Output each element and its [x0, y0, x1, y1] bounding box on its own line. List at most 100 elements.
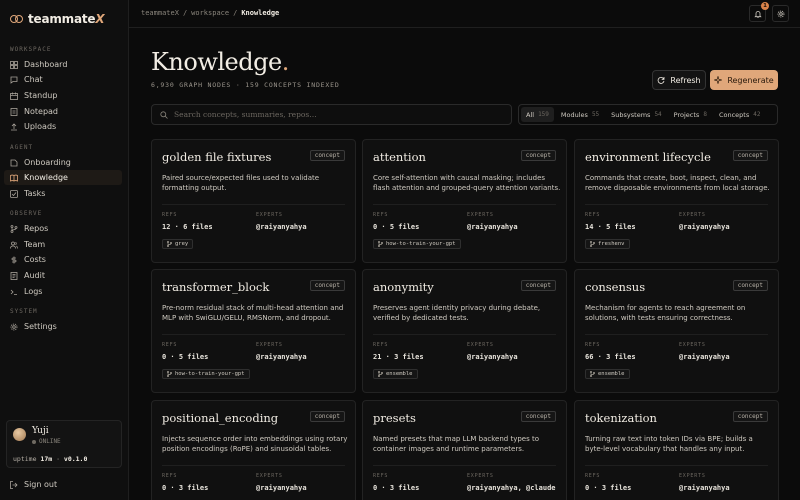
- concept-card[interactable]: environment lifecycle concept Commands tha…: [574, 139, 779, 263]
- card-description: Preserves agent identity privacy during …: [373, 304, 541, 322]
- sidebar-item-tasks[interactable]: Tasks: [4, 186, 122, 201]
- sidebar-item-onboarding[interactable]: Onboarding: [4, 155, 122, 170]
- repo-chip[interactable]: how-to-train-your-gpt: [162, 369, 250, 379]
- search-box[interactable]: [151, 104, 512, 125]
- experts-value[interactable]: @raiyanyahya: [256, 353, 307, 361]
- breadcrumb-separator: /: [182, 9, 188, 17]
- card-type-badge: concept: [309, 280, 345, 291]
- sidebar-item-uploads[interactable]: Uploads: [4, 119, 122, 134]
- brand[interactable]: teammateX: [10, 12, 105, 26]
- sparkle-icon: [714, 76, 723, 84]
- logo-icon: [10, 14, 23, 25]
- experts-value[interactable]: @raiyanyahya, @claude: [467, 484, 556, 492]
- experts-label: EXPERTS: [256, 342, 283, 348]
- refs-value: 0 · 3 files: [162, 484, 209, 492]
- card-type-badge: concept: [309, 411, 345, 422]
- regenerate-button[interactable]: Regenerate: [710, 70, 778, 90]
- sidebar-item-audit[interactable]: Audit: [4, 268, 122, 283]
- refs-label: REFS: [585, 473, 601, 479]
- concept-card[interactable]: consensus concept Mechanism for agents to …: [574, 269, 779, 393]
- sidebar-item-label: Settings: [24, 322, 57, 331]
- status-dot-icon: [32, 439, 36, 444]
- refresh-button[interactable]: Refresh: [652, 70, 706, 90]
- signout-button[interactable]: Sign out: [10, 480, 57, 489]
- sidebar: teammateX WORKSPACE Dashboard Chat Stand…: [0, 0, 129, 500]
- settings-button[interactable]: [772, 5, 789, 22]
- branch-icon: [10, 224, 18, 233]
- refs-label: REFS: [162, 342, 178, 348]
- terminal-icon: [10, 288, 18, 296]
- experts-value[interactable]: @raiyanyahya: [467, 223, 518, 231]
- card-description: Named presets that map LLM backend types…: [373, 435, 539, 453]
- sidebar-item-label: Logs: [24, 287, 43, 296]
- experts-value[interactable]: @raiyanyahya: [256, 223, 307, 231]
- experts-value[interactable]: @raiyanyahya: [679, 484, 730, 492]
- sidebar-item-team[interactable]: Team: [4, 237, 122, 252]
- repo-chip[interactable]: how-to-train-your-gpt: [373, 239, 461, 249]
- sidebar-item-standup[interactable]: Standup: [4, 88, 122, 103]
- notifications-button[interactable]: 1: [749, 2, 769, 22]
- card-description: Injects sequence order into embeddings u…: [162, 435, 348, 453]
- concept-card[interactable]: attention concept Core self-attention with…: [362, 139, 567, 263]
- concept-card[interactable]: golden file fixtures concept Paired source…: [151, 139, 356, 263]
- experts-label: EXPERTS: [679, 473, 706, 479]
- repo-name: freshenv: [598, 241, 625, 247]
- branch-icon: [590, 371, 595, 377]
- sidebar-item-repos[interactable]: Repos: [4, 221, 122, 236]
- concept-card[interactable]: anonymity concept Preserves agent identity…: [362, 269, 567, 393]
- sidebar-item-label: Audit: [24, 271, 45, 280]
- repo-chip[interactable]: grey: [162, 239, 194, 249]
- user-card[interactable]: Yuji ONLINE uptime 17m · v0.1.0: [6, 420, 122, 468]
- repo-name: ensemble: [598, 371, 625, 377]
- signout-label: Sign out: [24, 480, 58, 489]
- concept-card[interactable]: positional_encoding concept Injects sequen…: [151, 400, 356, 500]
- experts-value[interactable]: @raiyanyahya: [467, 353, 518, 361]
- sidebar-item-settings[interactable]: Settings: [4, 319, 122, 334]
- sidebar-item-dashboard[interactable]: Dashboard: [4, 57, 122, 72]
- refresh-icon: [658, 77, 665, 84]
- filter-modules[interactable]: Modules 55: [556, 107, 604, 122]
- refs-label: REFS: [373, 342, 389, 348]
- filter-subsystems[interactable]: Subsystems 54: [606, 107, 667, 122]
- refs-value: 0 · 5 files: [162, 353, 209, 361]
- sidebar-item-logs[interactable]: Logs: [4, 284, 122, 299]
- sidebar-item-notepad[interactable]: Notepad: [4, 104, 122, 119]
- divider: [585, 334, 768, 335]
- refs-value: 14 · 5 files: [585, 223, 636, 231]
- user-name: Yuji: [32, 426, 49, 436]
- concept-card[interactable]: presets concept Named presets that map LLM…: [362, 400, 567, 500]
- filter-concepts[interactable]: Concepts 42: [714, 107, 766, 122]
- breadcrumb-item[interactable]: teammateX: [141, 9, 179, 17]
- card-description: Commands that create, boot, inspect, cle…: [585, 174, 770, 192]
- divider: [162, 465, 345, 466]
- page-subtitle: 6,930 GRAPH NODES · 159 CONCEPTS INDEXED: [151, 81, 340, 89]
- repo-chip[interactable]: ensemble: [373, 369, 418, 379]
- onboarding-icon: [10, 159, 18, 167]
- sidebar-item-costs[interactable]: Costs: [4, 252, 122, 267]
- upload-icon: [10, 122, 18, 131]
- card-description: Pre-norm residual stack of multi-head at…: [162, 304, 344, 322]
- experts-value[interactable]: @raiyanyahya: [679, 353, 730, 361]
- repo-chip[interactable]: freshenv: [585, 239, 630, 249]
- card-type-badge: concept: [520, 150, 556, 161]
- card-type-badge: concept: [732, 150, 768, 161]
- repo-chip[interactable]: ensemble: [585, 369, 630, 379]
- search-input[interactable]: [174, 110, 494, 119]
- concept-card[interactable]: tokenization concept Turning raw text into…: [574, 400, 779, 500]
- sidebar-item-chat[interactable]: Chat: [4, 72, 122, 87]
- sidebar-item-knowledge[interactable]: Knowledge: [4, 170, 122, 185]
- section-label-workspace: WORKSPACE: [10, 46, 52, 53]
- divider: [373, 465, 556, 466]
- breadcrumb-item[interactable]: workspace: [191, 9, 229, 17]
- experts-value[interactable]: @raiyanyahya: [256, 484, 307, 492]
- sidebar-item-label: Uploads: [24, 122, 57, 131]
- refs-label: REFS: [585, 212, 601, 218]
- grid-icon: [10, 60, 18, 69]
- card-title: tokenization: [585, 411, 657, 425]
- filter-projects[interactable]: Projects 8: [669, 107, 712, 122]
- filter-all[interactable]: All 159: [521, 107, 554, 122]
- card-type-badge: concept: [520, 411, 556, 422]
- costs-icon: [10, 256, 18, 264]
- concept-card[interactable]: transformer_block concept Pre-norm residua…: [151, 269, 356, 393]
- experts-value[interactable]: @raiyanyahya: [679, 223, 730, 231]
